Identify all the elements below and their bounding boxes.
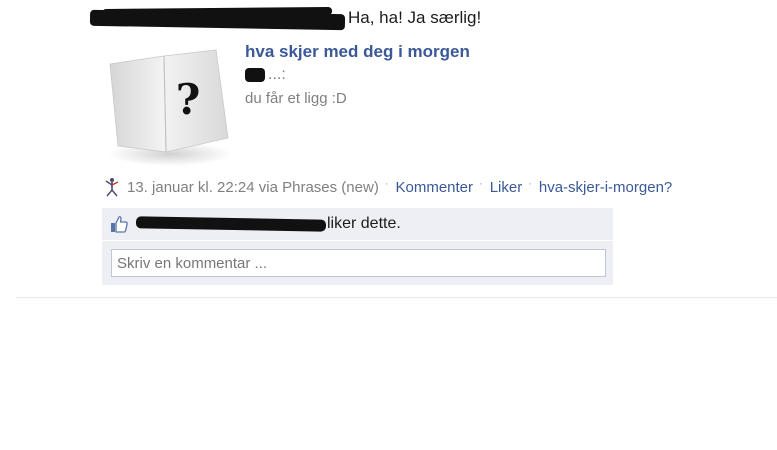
story-timestamp[interactable]: 13. januar kl. 22:24 via [127, 179, 278, 196]
separator-dot: · [528, 178, 532, 190]
svg-text:?: ? [176, 75, 201, 124]
redacted-author-name [89, 9, 346, 31]
feedback-box: liker dette. [102, 208, 613, 285]
story-meta-row: 13. januar kl. 22:24 via Phrases (new) ·… [103, 176, 672, 198]
attachment-description: du får et ligg :D [245, 90, 347, 107]
separator-dot: · [479, 178, 483, 190]
app-name-link[interactable]: Phrases (new) [282, 179, 379, 196]
likes-row: liker dette. [102, 208, 613, 241]
app-tag-link[interactable]: hva-skjer-i-morgen? [539, 179, 672, 196]
separator-dot: · [384, 178, 389, 190]
likes-text: liker dette. [327, 215, 401, 232]
comment-link[interactable]: Kommenter [395, 179, 473, 196]
redacted-caption-name [245, 68, 265, 82]
phrases-app-icon [105, 178, 119, 197]
story-divider [16, 297, 777, 298]
thumbs-up-icon [111, 216, 128, 233]
like-link[interactable]: Liker [490, 179, 523, 196]
news-feed-story: Ha, ha! Ja særlig! ? hva skjer med deg i… [0, 0, 777, 450]
status-message: Ha, ha! Ja særlig! [348, 8, 482, 27]
attachment-title-link[interactable]: hva skjer med deg i morgen [245, 42, 470, 62]
redacted-liker-name [135, 216, 327, 232]
attachment-caption: ...: [268, 66, 286, 83]
comment-input[interactable] [111, 249, 606, 277]
question-mark-card-image[interactable]: ? [104, 42, 234, 170]
